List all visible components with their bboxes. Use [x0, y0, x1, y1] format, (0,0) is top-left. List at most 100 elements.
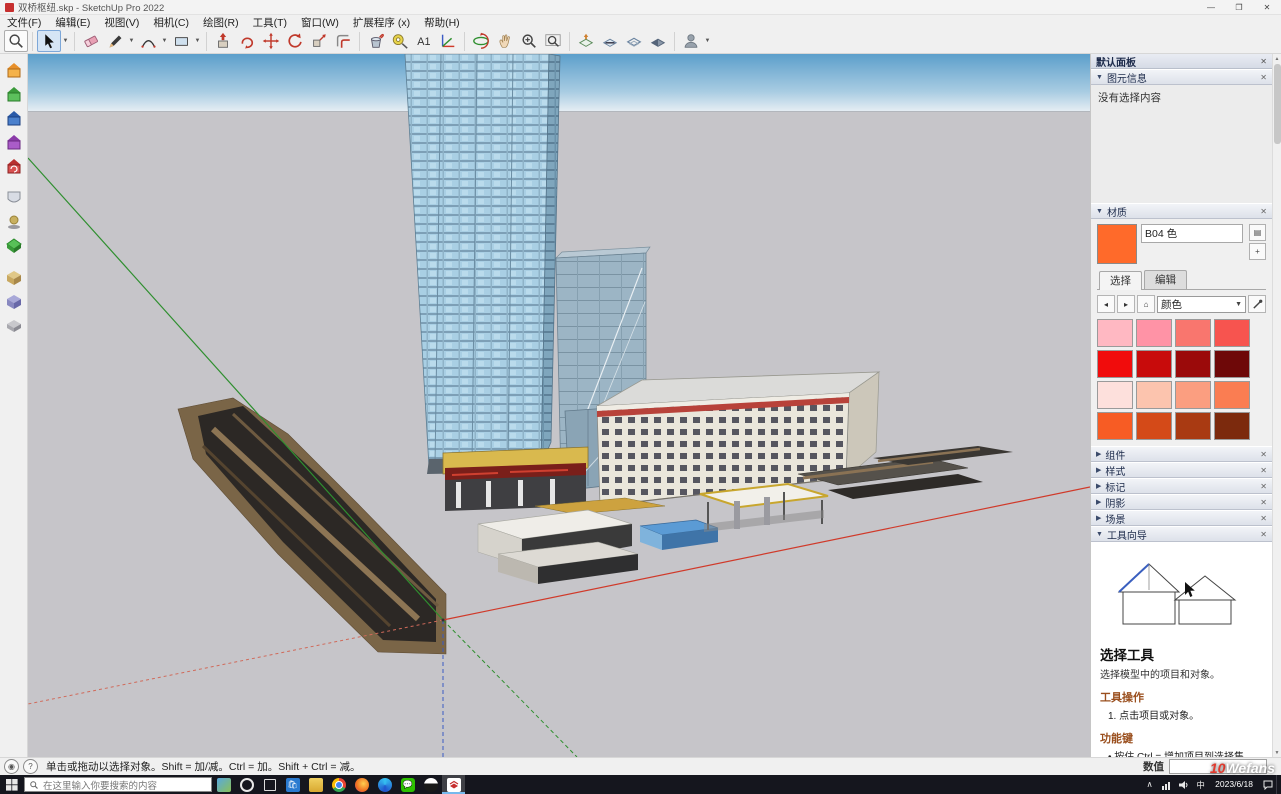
expand-arrow-icon[interactable]: ▶	[1096, 498, 1101, 506]
menu-item-file[interactable]: 文件(F)	[0, 15, 48, 29]
menu-item-camera[interactable]: 相机(C)	[146, 15, 196, 29]
input-method-indicator[interactable]: 中	[1192, 775, 1209, 794]
search-tool-button[interactable]	[4, 30, 28, 52]
menu-item-help[interactable]: 帮助(H)	[417, 15, 467, 29]
menu-item-window[interactable]: 窗口(W)	[294, 15, 346, 29]
taskbar-clock[interactable]: 2023/6/18	[1209, 780, 1259, 789]
material-category-dropdown[interactable]: 颜色 ▼	[1157, 296, 1246, 313]
action-center-icon[interactable]	[1259, 775, 1276, 794]
viewport-canvas[interactable]	[28, 54, 1090, 757]
scrollbar-thumb[interactable]	[1274, 64, 1281, 144]
display-section-planes-button[interactable]	[622, 30, 646, 52]
color-swatch[interactable]	[1214, 412, 1250, 440]
scale-tool-button[interactable]	[307, 30, 331, 52]
follow-me-tool-button[interactable]	[235, 30, 259, 52]
right-view-button[interactable]	[2, 130, 26, 154]
file-explorer-button[interactable]	[304, 775, 327, 794]
shape-tool-button[interactable]	[169, 30, 193, 52]
color-swatch[interactable]	[1097, 381, 1133, 409]
color-swatch[interactable]	[1175, 412, 1211, 440]
shape-tool-dropdown[interactable]: ▼	[193, 30, 202, 52]
section-close-icon[interactable]: ✕	[1260, 466, 1267, 475]
offset-tool-button[interactable]	[331, 30, 355, 52]
color-swatch[interactable]	[1097, 350, 1133, 378]
forward-arrow-button[interactable]: ▸	[1117, 295, 1135, 313]
back-view-button[interactable]	[2, 154, 26, 178]
chrome-button[interactable]	[327, 775, 350, 794]
zoom-tool-button[interactable]	[517, 30, 541, 52]
billboard-building-model[interactable]	[443, 447, 588, 511]
materials-header[interactable]: ▼ 材质 ✕	[1091, 203, 1272, 219]
color-swatch[interactable]	[1214, 381, 1250, 409]
tray-close-icon[interactable]: ✕	[1260, 57, 1267, 66]
scroll-up-icon[interactable]: ▲	[1273, 54, 1281, 63]
eraser-tool-button[interactable]	[79, 30, 103, 52]
shadows-button[interactable]	[2, 210, 26, 234]
materials-close-icon[interactable]: ✕	[1260, 207, 1267, 216]
menu-item-extensions[interactable]: 扩展程序 (x)	[346, 15, 417, 29]
color-swatch[interactable]	[1097, 319, 1133, 347]
front-view-button[interactable]	[2, 106, 26, 130]
warehouse-button[interactable]	[2, 290, 26, 314]
move-tool-button[interactable]	[259, 30, 283, 52]
menu-item-view[interactable]: 视图(V)	[97, 15, 146, 29]
model-viewport[interactable]	[28, 54, 1090, 757]
section-close-icon[interactable]: ✕	[1260, 482, 1267, 491]
tab-edit[interactable]: 编辑	[1144, 270, 1187, 289]
task-view-button[interactable]	[258, 775, 281, 794]
tape-measure-tool-button[interactable]	[388, 30, 412, 52]
display-section-fill-button[interactable]	[646, 30, 670, 52]
tray-scrollbar[interactable]: ▲ ▼	[1272, 54, 1281, 757]
rotate-tool-button[interactable]	[283, 30, 307, 52]
create-material-button[interactable]: +	[1249, 243, 1266, 260]
network-icon[interactable]	[1158, 775, 1175, 794]
scenes-section-header[interactable]: ▶ 场景 ✕	[1091, 510, 1272, 526]
tags-section-header[interactable]: ▶ 标记 ✕	[1091, 478, 1272, 494]
entity-info-header[interactable]: ▼ 图元信息 ✕	[1091, 69, 1272, 85]
expand-arrow-icon[interactable]: ▶	[1096, 466, 1101, 474]
arc-tool-dropdown[interactable]: ▼	[160, 30, 169, 52]
color-swatch[interactable]	[1214, 319, 1250, 347]
entity-info-close-icon[interactable]: ✕	[1260, 73, 1267, 82]
shadows-section-header[interactable]: ▶ 阴影 ✕	[1091, 494, 1272, 510]
pan-tool-button[interactable]	[493, 30, 517, 52]
paint-bucket-tool-button[interactable]	[364, 30, 388, 52]
close-button[interactable]: ✕	[1253, 1, 1281, 14]
styles-button[interactable]	[2, 186, 26, 210]
color-swatch[interactable]	[1175, 319, 1211, 347]
expand-arrow-icon[interactable]: ▶	[1096, 514, 1101, 522]
in-model-home-button[interactable]: ⌂	[1137, 295, 1155, 313]
layers-button[interactable]	[2, 314, 26, 338]
help-icon[interactable]: ?	[23, 759, 38, 774]
cortana-button[interactable]	[235, 775, 258, 794]
back-arrow-button[interactable]: ◂	[1097, 295, 1115, 313]
widgets-button[interactable]	[212, 775, 235, 794]
start-button[interactable]	[0, 775, 24, 794]
orbit-tool-button[interactable]	[469, 30, 493, 52]
store-button[interactable]: 🛍	[281, 775, 304, 794]
color-swatch[interactable]	[1136, 381, 1172, 409]
color-swatch[interactable]	[1136, 350, 1172, 378]
expand-arrow-icon[interactable]: ▶	[1096, 450, 1101, 458]
instructor-header[interactable]: ▼ 工具向导 ✕	[1091, 526, 1272, 542]
push-pull-tool-button[interactable]	[211, 30, 235, 52]
iso-view-button[interactable]	[2, 58, 26, 82]
qq-button[interactable]	[419, 775, 442, 794]
color-swatch[interactable]	[1175, 350, 1211, 378]
section-close-icon[interactable]: ✕	[1260, 498, 1267, 507]
wechat-button[interactable]: 💬	[396, 775, 419, 794]
material-name-field[interactable]: B04 色	[1141, 224, 1243, 243]
text-tool-button[interactable]: A1	[412, 30, 436, 52]
color-swatch[interactable]	[1136, 319, 1172, 347]
secondary-pane-button[interactable]: ▤	[1249, 224, 1266, 241]
materials-box-button[interactable]	[2, 266, 26, 290]
menu-item-edit[interactable]: 编辑(E)	[48, 15, 97, 29]
select-tool-dropdown[interactable]: ▼	[61, 30, 70, 52]
line-tool-dropdown[interactable]: ▼	[127, 30, 136, 52]
top-view-button[interactable]	[2, 82, 26, 106]
display-section-cuts-button[interactable]	[598, 30, 622, 52]
components-button[interactable]	[2, 234, 26, 258]
zoom-extents-tool-button[interactable]	[541, 30, 565, 52]
menu-item-draw[interactable]: 绘图(R)	[196, 15, 246, 29]
expand-arrow-icon[interactable]: ▶	[1096, 482, 1101, 490]
